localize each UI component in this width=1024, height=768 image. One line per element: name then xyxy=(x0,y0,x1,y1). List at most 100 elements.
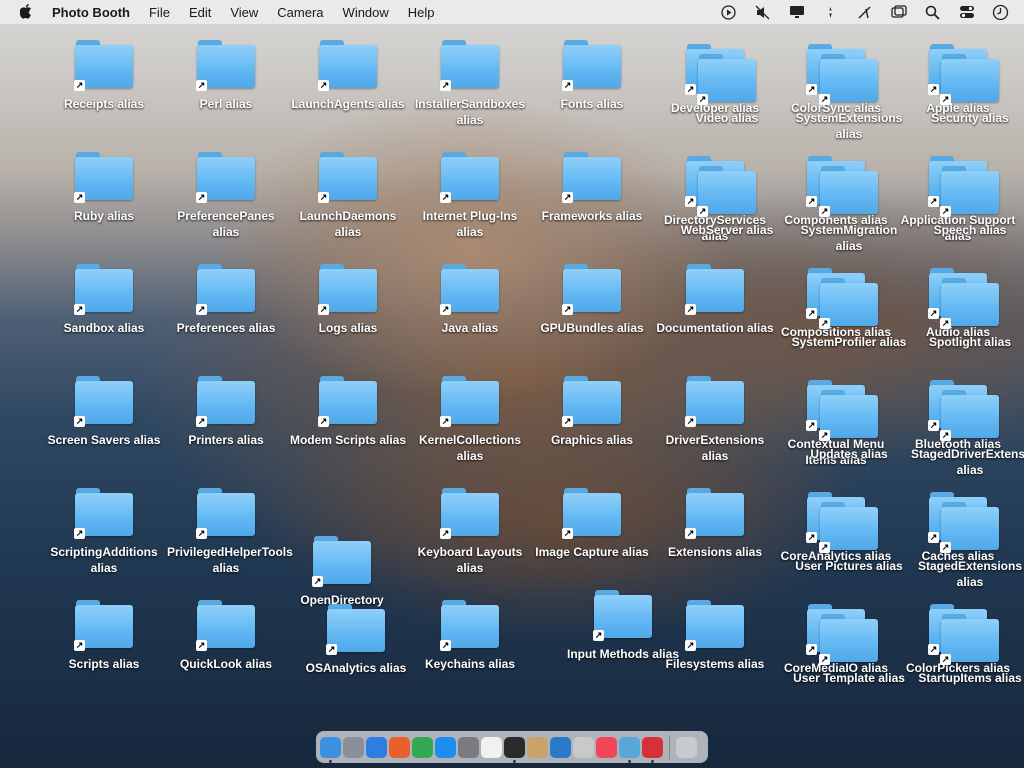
desktop-folder-alias[interactable]: ↗ Keyboard Layouts alias xyxy=(411,488,529,576)
alias-arrow-icon: ↗ xyxy=(685,640,696,651)
desktop-folder-alias[interactable]: ↗ Ruby alias xyxy=(45,152,163,224)
mute-icon[interactable] xyxy=(753,3,772,21)
desktop-folder-alias[interactable]: ↗ GPUBundles alias xyxy=(533,264,651,336)
folder-icon: ↗ xyxy=(819,278,878,329)
alias-arrow-icon: ↗ xyxy=(440,304,451,315)
alias-arrow-icon: ↗ xyxy=(318,80,329,91)
music-icon[interactable] xyxy=(596,736,617,758)
display-icon[interactable] xyxy=(787,3,806,21)
preview-icon[interactable] xyxy=(573,736,594,758)
desktop-folder-alias[interactable]: ↗ Filesystems alias xyxy=(656,600,774,672)
desktop-folder-alias[interactable]: ↗ ScriptingAdditions alias xyxy=(45,488,163,576)
window-icon[interactable] xyxy=(889,3,908,21)
desktop-folder-alias[interactable]: ↗ Preferences alias xyxy=(167,264,285,336)
desktop-folder-alias[interactable]: ↗ Video alias xyxy=(668,54,786,126)
alias-arrow-icon: ↗ xyxy=(74,304,85,315)
tools-icon[interactable] xyxy=(619,736,640,763)
airdrop-icon[interactable] xyxy=(821,3,840,21)
desktop-folder-alias[interactable]: ↗ Sandbox alias xyxy=(45,264,163,336)
desktop-folder-alias[interactable]: ↗ StartupItems alias xyxy=(911,614,1024,686)
folder-icon: ↗ xyxy=(440,40,499,91)
desktop-folder-alias[interactable]: ↗ PreferencePanes alias xyxy=(167,152,285,240)
finder-icon[interactable] xyxy=(320,736,341,763)
desktop-folder-alias[interactable]: ↗ SystemExtensions alias xyxy=(790,54,908,142)
desktop-folder-alias[interactable]: ↗ Speech alias xyxy=(911,166,1024,238)
desktop-folder-alias[interactable]: ↗ Security alias xyxy=(911,54,1024,126)
desktop-folder-alias[interactable]: ↗ LaunchAgents alias xyxy=(289,40,407,112)
terminal-icon[interactable] xyxy=(504,736,525,763)
desktop-folder-alias[interactable]: ↗ Scripts alias xyxy=(45,600,163,672)
desktop-folder-alias[interactable]: ↗ Documentation alias xyxy=(656,264,774,336)
desktop-folder-alias[interactable]: ↗ SystemMigration alias xyxy=(790,166,908,254)
textedit-icon[interactable] xyxy=(481,736,502,758)
desktop-folder-alias[interactable]: ↗ OpenDirectory xyxy=(283,536,401,608)
folder-label: StagedDriverExtensions alias xyxy=(911,447,1024,477)
menu-camera[interactable]: Camera xyxy=(277,5,323,20)
desktop-folder-alias[interactable]: ↗ StagedDriverExtensions alias xyxy=(911,390,1024,478)
menu-help[interactable]: Help xyxy=(408,5,435,20)
menu-app-name[interactable]: Photo Booth xyxy=(52,5,130,20)
folder-icon: ↗ xyxy=(562,376,621,427)
script-editor-icon[interactable] xyxy=(527,736,548,758)
desktop-folder-alias[interactable]: ↗ User Template alias xyxy=(790,614,908,686)
desktop-folder-alias[interactable]: ↗ PrivilegedHelperTools alias xyxy=(167,488,293,576)
folder-icon: ↗ xyxy=(819,166,878,217)
desktop-folder-alias[interactable]: ↗ Fonts alias xyxy=(533,40,651,112)
folder-icon: ↗ xyxy=(940,278,999,329)
control-center-icon[interactable] xyxy=(957,3,976,21)
no-wifi-icon[interactable] xyxy=(855,3,874,21)
chrome-icon[interactable] xyxy=(412,736,433,758)
desktop-folder-alias[interactable]: ↗ Graphics alias xyxy=(533,376,651,448)
menu-view[interactable]: View xyxy=(230,5,258,20)
desktop-folder-alias[interactable]: ↗ WebServer alias xyxy=(668,166,786,238)
desktop-folder-alias[interactable]: ↗ Perl alias xyxy=(167,40,285,112)
desktop-folder-alias[interactable]: ↗ Modem Scripts alias xyxy=(289,376,407,448)
desktop-folder-alias[interactable]: ↗ Printers alias xyxy=(167,376,285,448)
safari-icon[interactable] xyxy=(366,736,387,758)
folder-icon: ↗ xyxy=(562,40,621,91)
menu-file[interactable]: File xyxy=(149,5,170,20)
desktop-folder-alias[interactable]: ↗ Screen Savers alias xyxy=(45,376,163,448)
apple-menu-icon[interactable] xyxy=(18,3,36,21)
desktop-folder-alias[interactable]: ↗ OSAnalytics alias xyxy=(297,604,415,676)
alias-arrow-icon: ↗ xyxy=(196,640,207,651)
trash-icon[interactable] xyxy=(676,736,697,758)
desktop-folder-alias[interactable]: ↗ StagedExtensions alias xyxy=(911,502,1024,590)
launchpad-icon[interactable] xyxy=(343,736,364,758)
menu-edit[interactable]: Edit xyxy=(189,5,211,20)
desktop-folder-alias[interactable]: ↗ Frameworks alias xyxy=(533,152,651,224)
settings-icon[interactable] xyxy=(458,736,479,758)
clock-icon[interactable] xyxy=(991,3,1010,21)
desktop-folder-alias[interactable]: ↗ Spotlight alias xyxy=(911,278,1024,350)
alias-arrow-icon: ↗ xyxy=(562,192,573,203)
alias-arrow-icon: ↗ xyxy=(940,542,951,553)
firefox-icon[interactable] xyxy=(389,736,410,758)
desktop-folder-alias[interactable]: ↗ Updates alias xyxy=(790,390,908,462)
menu-window[interactable]: Window xyxy=(343,5,389,20)
desktop-folder-alias[interactable]: ↗ DriverExtensions alias xyxy=(656,376,774,464)
desktop-folder-alias[interactable]: ↗ SystemProfiler alias xyxy=(790,278,908,350)
desktop-folder-alias[interactable]: ↗ Java alias xyxy=(411,264,529,336)
play-circle-icon[interactable] xyxy=(719,3,738,21)
desktop-folder-alias[interactable]: ↗ KernelCollections alias xyxy=(411,376,529,464)
alias-arrow-icon: ↗ xyxy=(318,304,329,315)
folder-label: Documentation alias xyxy=(656,321,774,335)
desktop-folder-alias[interactable]: ↗ Keychains alias xyxy=(411,600,529,672)
search-icon[interactable] xyxy=(923,3,942,21)
desktop-folder-alias[interactable]: ↗ LaunchDaemons alias xyxy=(289,152,407,240)
photo-booth-icon[interactable] xyxy=(642,736,663,763)
folder-icon: ↗ xyxy=(685,488,744,539)
desktop-folder-alias[interactable]: ↗ Extensions alias xyxy=(656,488,774,560)
desktop-folder-alias[interactable]: ↗ Image Capture alias xyxy=(533,488,651,560)
desktop-folder-alias[interactable]: ↗ Logs alias xyxy=(289,264,407,336)
folder-label: WebServer alias xyxy=(680,223,774,237)
desktop-folder-alias[interactable]: ↗ Internet Plug-Ins alias xyxy=(411,152,529,240)
folder-label: Speech alias xyxy=(933,223,1007,237)
folder-label: ScriptingAdditions alias xyxy=(50,545,158,575)
desktop-folder-alias[interactable]: ↗ InstallerSandboxes alias xyxy=(411,40,529,128)
desktop-folder-alias[interactable]: ↗ QuickLook alias xyxy=(167,600,285,672)
desktop-folder-alias[interactable]: ↗ Receipts alias xyxy=(45,40,163,112)
app-store-icon[interactable] xyxy=(435,736,456,758)
desktop-folder-alias[interactable]: ↗ User Pictures alias xyxy=(790,502,908,574)
vscode-icon[interactable] xyxy=(550,736,571,758)
